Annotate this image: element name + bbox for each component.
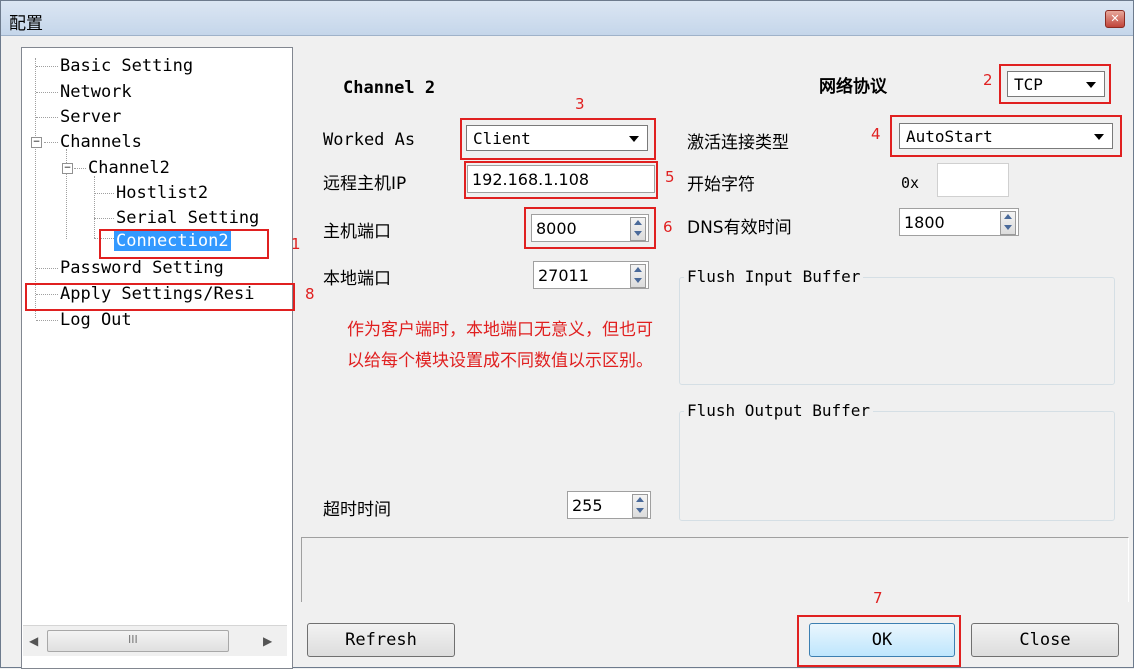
tree-item-server[interactable]: Server [60, 107, 121, 127]
tree-item-serial-setting[interactable]: Serial Setting [116, 208, 259, 228]
tree-item-network[interactable]: Network [60, 82, 132, 102]
local-port-label: 本地端口 [323, 269, 391, 289]
annotation-box-7 [797, 615, 961, 667]
channel2-collapse-icon[interactable]: − [62, 163, 73, 174]
settings-tree: − − Basic Setting Network Server Channel… [21, 47, 293, 669]
config-dialog: 配置 ✕ − − Basic Setting Network Server Ch… [0, 0, 1134, 669]
start-char-input[interactable] [937, 163, 1009, 197]
annotation-box-3 [460, 118, 656, 160]
annotation-box-2 [999, 64, 1111, 104]
title-bar: 配置 ✕ [1, 1, 1133, 36]
annotation-box-5 [464, 161, 658, 199]
stepper-buttons[interactable] [632, 494, 648, 518]
tree-item-password-setting[interactable]: Password Setting [60, 258, 224, 278]
annotation-number-3: 3 [575, 95, 585, 113]
activation-type-label: 激活连接类型 [687, 133, 789, 153]
tree-item-channels[interactable]: Channels [60, 132, 142, 152]
stepper-buttons[interactable] [630, 264, 646, 288]
timeout-label: 超时时间 [323, 500, 391, 520]
annotation-box-6 [524, 207, 656, 249]
status-area [301, 537, 1129, 602]
annotation-number-5: 5 [665, 168, 675, 186]
annotation-number-2: 2 [983, 71, 993, 89]
channels-collapse-icon[interactable]: − [31, 137, 42, 148]
flush-input-group: Flush Input Buffer [679, 267, 1115, 385]
start-char-prefix: 0x [901, 174, 920, 192]
tree-item-channel2[interactable]: Channel2 [88, 158, 170, 178]
tree-item-basic-setting[interactable]: Basic Setting [60, 56, 193, 76]
stepper-buttons[interactable] [1000, 211, 1016, 235]
window-title: 配置 [9, 14, 43, 34]
refresh-button[interactable]: Refresh [307, 623, 455, 657]
annotation-number-1: 1 [291, 235, 301, 253]
annotation-note-line2: 以给每个模块设置成不同数值以示区别。 [347, 351, 653, 371]
dns-time-label: DNS有效时间 [687, 218, 792, 238]
start-char-label: 开始字符 [687, 175, 755, 195]
worked-as-label: Worked As [323, 130, 416, 150]
timeout-stepper[interactable]: 255 [567, 491, 651, 519]
annotation-note-line1: 作为客户端时，本地端口无意义，但也可 [347, 320, 653, 340]
protocol-label: 网络协议 [819, 77, 887, 97]
host-port-label: 主机端口 [323, 222, 391, 242]
annotation-box-8 [25, 283, 295, 311]
local-port-stepper[interactable]: 27011 [533, 261, 649, 289]
channel-title: Channel 2 [343, 78, 436, 98]
scroll-thumb[interactable]: III [47, 630, 229, 652]
annotation-number-8: 8 [305, 285, 315, 303]
flush-output-group: Flush Output Buffer [679, 401, 1115, 521]
close-icon[interactable]: ✕ [1105, 10, 1125, 28]
tree-item-log-out[interactable]: Log Out [60, 310, 132, 330]
annotation-number-4: 4 [871, 125, 881, 143]
close-button[interactable]: Close [971, 623, 1119, 657]
annotation-number-6: 6 [663, 218, 673, 236]
tree-item-hostlist2[interactable]: Hostlist2 [116, 183, 208, 203]
scroll-left-icon[interactable]: ◀ [29, 634, 38, 648]
annotation-box-1 [99, 229, 269, 259]
scroll-right-icon[interactable]: ▶ [263, 634, 272, 648]
annotation-number-7: 7 [873, 589, 883, 607]
tree-horizontal-scrollbar[interactable]: ◀ III ▶ [23, 625, 287, 656]
dns-time-stepper[interactable]: 1800 [899, 208, 1019, 236]
remote-ip-label: 远程主机IP [323, 174, 407, 194]
annotation-box-4 [890, 115, 1122, 157]
